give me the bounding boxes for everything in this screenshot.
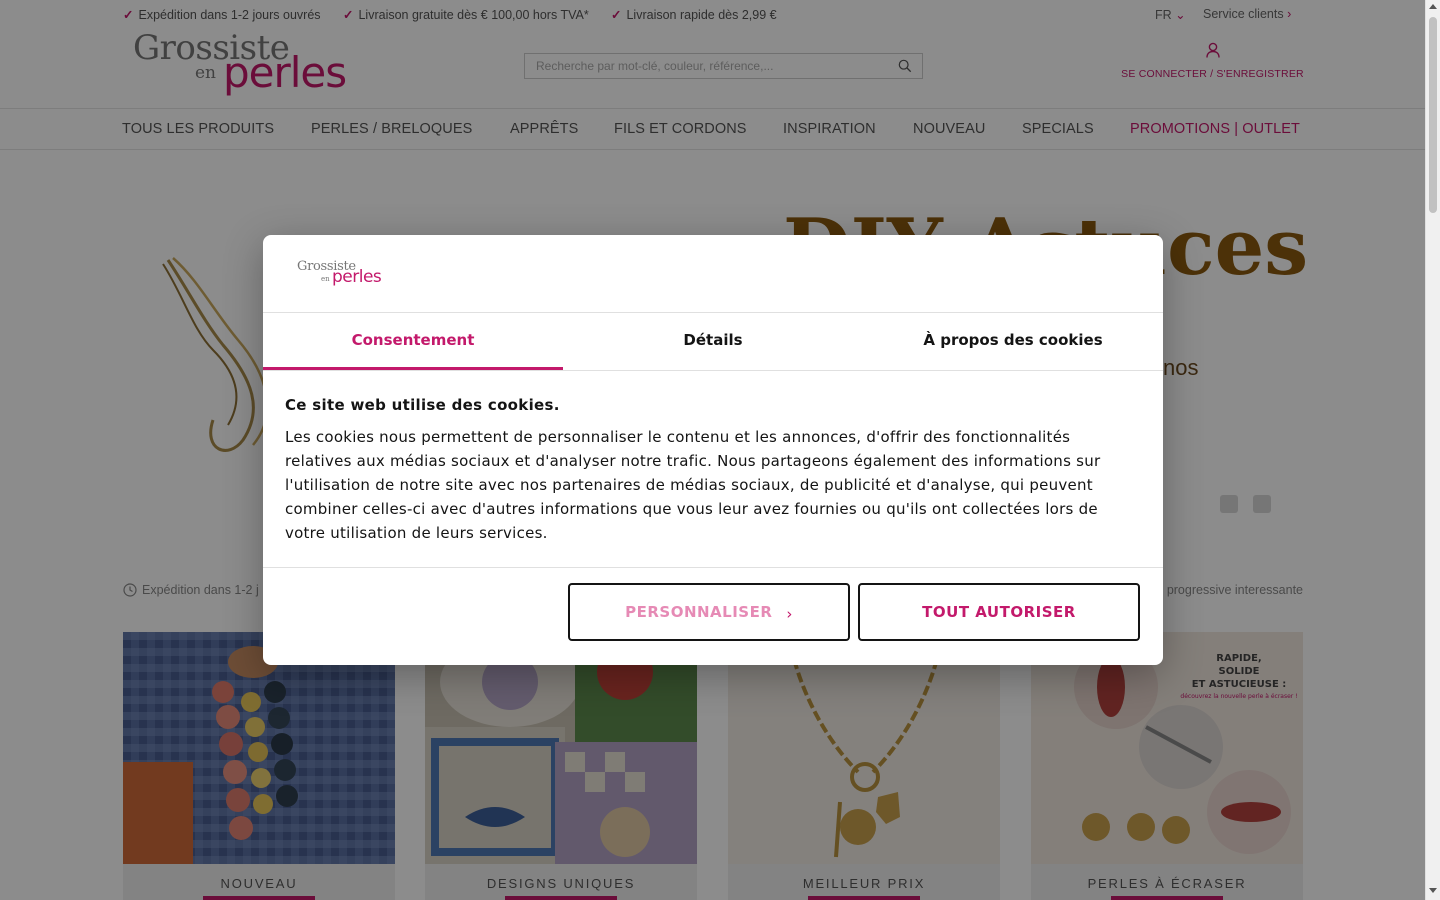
- dialog-logo: Grossiste en perles: [297, 259, 387, 291]
- scrollbar-thumb[interactable]: [1429, 17, 1437, 213]
- dialog-logo-en: en: [321, 275, 330, 283]
- tab-about-cookies[interactable]: À propos des cookies: [863, 313, 1163, 370]
- dialog-title: Ce site web utilise des cookies.: [285, 396, 560, 414]
- customize-button-label: PERSONNALISER: [625, 603, 773, 621]
- allow-all-button[interactable]: TOUT AUTORISER: [858, 583, 1140, 641]
- divider: [263, 567, 1163, 568]
- divider: [263, 370, 1163, 371]
- dialog-body-text: Les cookies nous permettent de personnal…: [285, 428, 1101, 542]
- scroll-down-arrow-icon[interactable]: [1429, 888, 1437, 893]
- allow-all-button-label: TOUT AUTORISER: [922, 603, 1076, 621]
- page-scrollbar[interactable]: [1425, 0, 1440, 900]
- chevron-right-icon: ›: [786, 605, 793, 623]
- tab-consent[interactable]: Consentement: [263, 313, 563, 370]
- cookie-consent-dialog: Grossiste en perles Consentement Détails…: [263, 235, 1163, 665]
- dialog-logo-perles: perles: [332, 267, 382, 287]
- scroll-up-arrow-icon[interactable]: [1429, 4, 1437, 9]
- tab-details[interactable]: Détails: [563, 313, 863, 370]
- customize-button[interactable]: PERSONNALISER ›: [568, 583, 850, 641]
